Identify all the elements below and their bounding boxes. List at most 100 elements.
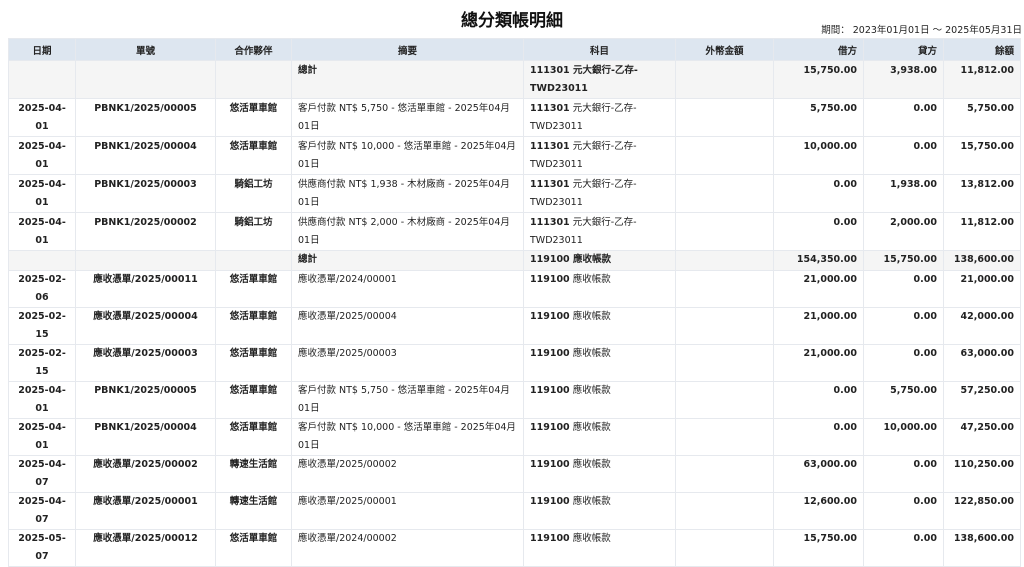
table-row[interactable]: 2025-05-07 應收憑單/2025/00012 悠活單車館 應收憑單/2024/… (8, 529, 1021, 567)
cell-balance: 122,850.00 (943, 492, 1021, 530)
cell-date: 2025-04-07 (8, 455, 76, 493)
cell-partner: 轉速生活館 (215, 455, 292, 493)
cell-voucher: PBNK1/2025/00004 (75, 418, 216, 456)
cell-fx-amount (675, 98, 774, 137)
cell-account: 119100 應收帳款 (523, 455, 676, 493)
cell-credit: 0.00 (863, 270, 944, 308)
cell-balance: 11,812.00 (943, 60, 1021, 99)
cell-voucher: PBNK1/2025/00005 (75, 98, 216, 137)
cell-partner: 悠活單車館 (215, 529, 292, 567)
cell-memo: 客戶付款 NT$ 10,000 - 悠活單車館 - 2025年04月01日 (291, 418, 524, 456)
cell-balance: 15,750.00 (943, 136, 1021, 175)
cell-balance: 13,812.00 (943, 174, 1021, 213)
cell-partner (215, 60, 292, 99)
cell-date: 2025-05-07 (8, 529, 76, 567)
cell-credit: 0.00 (863, 307, 944, 345)
cell-credit: 0.00 (863, 98, 944, 137)
cell-memo: 應收憑單/2025/00003 (291, 344, 524, 382)
cell-credit: 0.00 (863, 529, 944, 567)
cell-debit: 63,000.00 (773, 455, 864, 493)
account-code: 111301 (530, 217, 570, 228)
cell-debit: 15,750.00 (773, 529, 864, 567)
account-name: 應收帳款 (569, 533, 611, 544)
cell-credit: 0.00 (863, 492, 944, 530)
cell-memo: 應收憑單/2025/00002 (291, 455, 524, 493)
cell-partner: 悠活單車館 (215, 98, 292, 137)
account-code: 119100 (530, 496, 570, 507)
column-header-account[interactable]: 科目 (523, 38, 676, 61)
cell-date: 2025-04-01 (8, 174, 76, 213)
table-row[interactable]: 2025-04-07 應收憑單/2025/00001 轉速生活館 應收憑單/2025/… (8, 492, 1021, 530)
ledger-body: 總計 111301 元大銀行-乙存-TWD23011 15,750.00 3,938.… (8, 60, 1021, 567)
cell-date: 2025-02-15 (8, 307, 76, 345)
cell-voucher (75, 250, 216, 271)
cell-balance: 42,000.00 (943, 307, 1021, 345)
cell-credit: 2,000.00 (863, 212, 944, 251)
cell-fx-amount (675, 60, 774, 99)
cell-voucher: PBNK1/2025/00003 (75, 174, 216, 213)
ledger-table: 日期 單號 合作夥伴 摘要 科目 外幣金額 借方 貸方 餘額 總計 111301 … (8, 38, 1021, 567)
account-code: 119100 (530, 422, 570, 433)
cell-balance: 110,250.00 (943, 455, 1021, 493)
cell-date: 2025-04-01 (8, 136, 76, 175)
column-header-voucher[interactable]: 單號 (75, 38, 216, 61)
column-header-fx-amount[interactable]: 外幣金額 (675, 38, 774, 61)
table-row[interactable]: 2025-04-01 PBNK1/2025/00005 悠活單車館 客戶付款 NT$ … (8, 381, 1021, 419)
cell-partner: 悠活單車館 (215, 136, 292, 175)
table-total-row[interactable]: 總計 111301 元大銀行-乙存-TWD23011 15,750.00 3,938.… (8, 60, 1021, 99)
account-name: 應收帳款 (569, 254, 611, 265)
cell-voucher: PBNK1/2025/00005 (75, 381, 216, 419)
cell-voucher (75, 60, 216, 99)
cell-balance: 5,750.00 (943, 98, 1021, 137)
cell-date: 2025-04-07 (8, 492, 76, 530)
table-row[interactable]: 2025-04-01 PBNK1/2025/00004 悠活單車館 客戶付款 NT$ … (8, 136, 1021, 175)
account-code: 119100 (530, 274, 570, 285)
account-code: 119100 (530, 254, 570, 265)
table-row[interactable]: 2025-04-01 PBNK1/2025/00004 悠活單車館 客戶付款 NT$ … (8, 418, 1021, 456)
cell-fx-amount (675, 529, 774, 567)
cell-credit: 0.00 (863, 344, 944, 382)
cell-memo: 應收憑單/2025/00004 (291, 307, 524, 345)
account-code: 111301 (530, 65, 570, 76)
column-header-date[interactable]: 日期 (8, 38, 76, 61)
cell-balance: 138,600.00 (943, 250, 1021, 271)
cell-credit: 15,750.00 (863, 250, 944, 271)
table-row[interactable]: 2025-02-15 應收憑單/2025/00003 悠活單車館 應收憑單/2025/… (8, 344, 1021, 382)
table-row[interactable]: 2025-04-01 PBNK1/2025/00003 騎鋁工坊 供應商付款 NT$ … (8, 174, 1021, 213)
column-header-credit[interactable]: 貸方 (863, 38, 944, 61)
cell-fx-amount (675, 212, 774, 251)
table-row[interactable]: 2025-04-01 PBNK1/2025/00002 騎鋁工坊 供應商付款 NT$ … (8, 212, 1021, 251)
cell-balance: 57,250.00 (943, 381, 1021, 419)
cell-balance: 21,000.00 (943, 270, 1021, 308)
cell-account: 111301 元大銀行-乙存-TWD23011 (523, 136, 676, 175)
cell-partner: 悠活單車館 (215, 270, 292, 308)
account-code: 111301 (530, 141, 570, 152)
cell-date: 2025-04-01 (8, 381, 76, 419)
column-header-debit[interactable]: 借方 (773, 38, 864, 61)
table-row[interactable]: 2025-02-15 應收憑單/2025/00004 悠活單車館 應收憑單/2025/… (8, 307, 1021, 345)
cell-memo: 客戶付款 NT$ 5,750 - 悠活單車館 - 2025年04月01日 (291, 381, 524, 419)
cell-date: 2025-04-01 (8, 98, 76, 137)
column-header-balance[interactable]: 餘額 (943, 38, 1021, 61)
cell-fx-amount (675, 307, 774, 345)
cell-partner: 悠活單車館 (215, 381, 292, 419)
cell-memo: 總計 (291, 60, 524, 99)
account-name: 應收帳款 (569, 311, 611, 322)
cell-date: 2025-04-01 (8, 418, 76, 456)
cell-debit: 0.00 (773, 174, 864, 213)
cell-account: 119100 應收帳款 (523, 381, 676, 419)
cell-account: 111301 元大銀行-乙存-TWD23011 (523, 174, 676, 213)
cell-fx-amount (675, 381, 774, 419)
table-total-row[interactable]: 總計 119100 應收帳款 154,350.00 15,750.00 138,600.… (8, 250, 1021, 271)
account-code: 119100 (530, 533, 570, 544)
cell-voucher: 應收憑單/2025/00011 (75, 270, 216, 308)
table-row[interactable]: 2025-04-07 應收憑單/2025/00002 轉速生活館 應收憑單/2025/… (8, 455, 1021, 493)
cell-account: 111301 元大銀行-乙存-TWD23011 (523, 98, 676, 137)
cell-account: 119100 應收帳款 (523, 344, 676, 382)
table-row[interactable]: 2025-04-01 PBNK1/2025/00005 悠活單車館 客戶付款 NT$ … (8, 98, 1021, 137)
cell-date (8, 250, 76, 271)
column-header-partner[interactable]: 合作夥伴 (215, 38, 292, 61)
cell-partner: 悠活單車館 (215, 418, 292, 456)
column-header-memo[interactable]: 摘要 (291, 38, 524, 61)
table-row[interactable]: 2025-02-06 應收憑單/2025/00011 悠活單車館 應收憑單/2024/… (8, 270, 1021, 308)
